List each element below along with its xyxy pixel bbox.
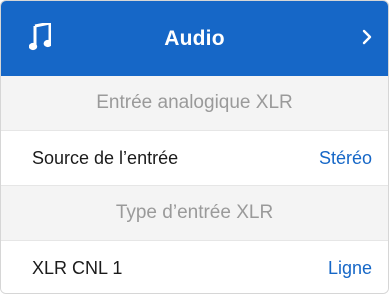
input-source-value[interactable]: Stéréo xyxy=(319,131,372,185)
audio-header[interactable]: Audio xyxy=(1,1,388,76)
setting-input-source[interactable]: Source de l’entrée Stéréo xyxy=(1,131,388,185)
section-header-xlr-input-type: Type d’entrée XLR xyxy=(1,186,388,240)
setting-xlr-channel-1[interactable]: XLR CNL 1 Ligne xyxy=(1,241,388,293)
xlr-channel-1-value[interactable]: Ligne xyxy=(328,241,372,293)
audio-title: Audio xyxy=(164,27,225,50)
section-header-xlr-analog-input: Entrée analogique XLR xyxy=(1,76,388,130)
xlr-channel-1-label: XLR CNL 1 xyxy=(32,258,123,278)
input-source-label: Source de l’entrée xyxy=(32,148,179,168)
audio-settings-panel: Audio Entrée analogique XLR Source de l’… xyxy=(0,0,389,294)
chevron-right-icon[interactable] xyxy=(362,29,372,45)
